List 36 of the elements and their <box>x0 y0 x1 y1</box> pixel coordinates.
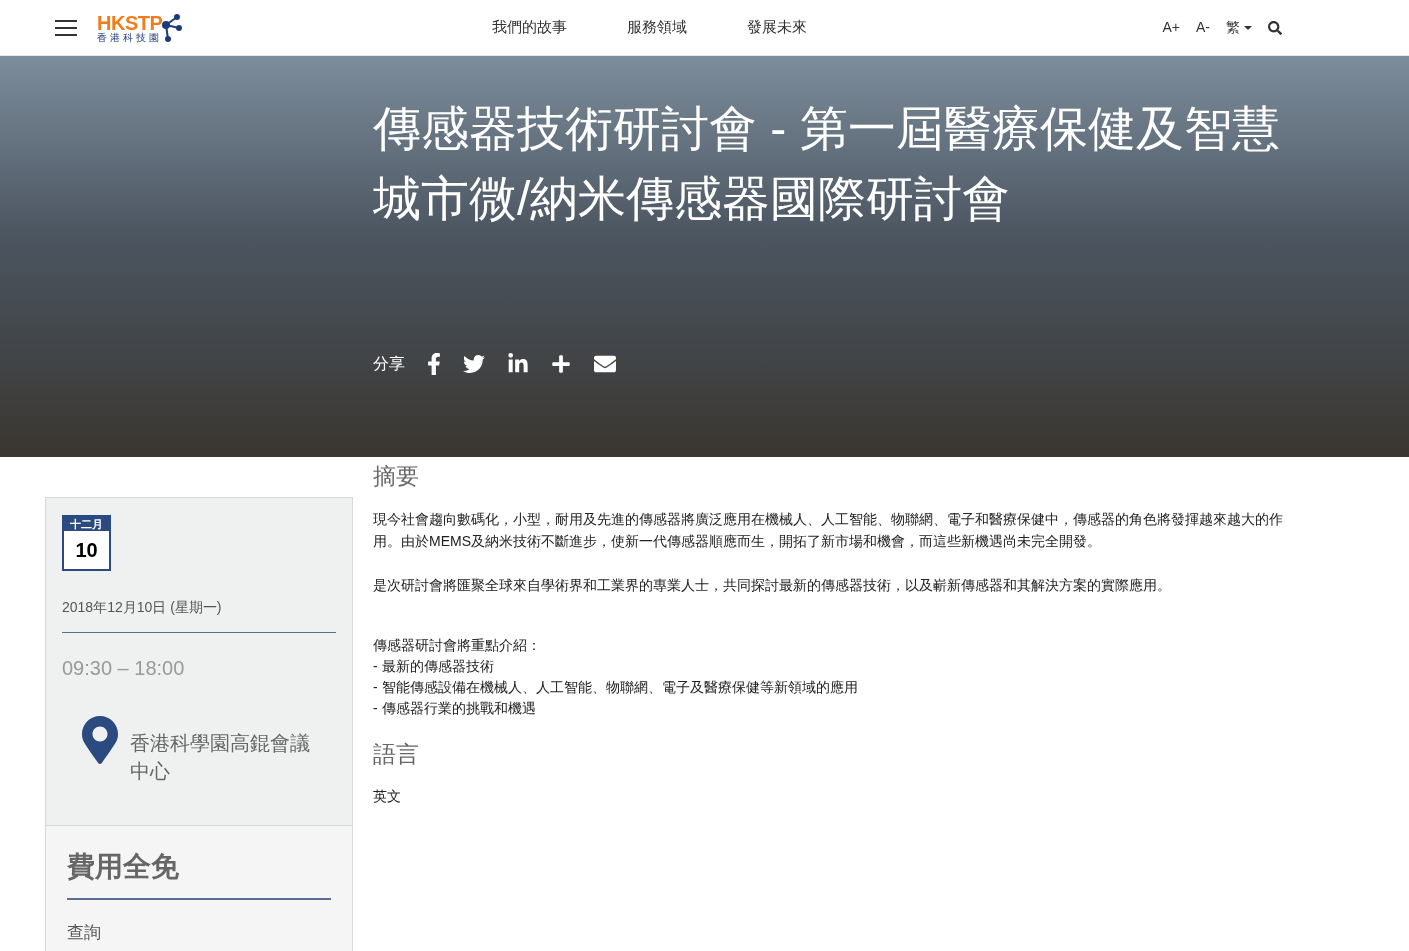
nav-link[interactable]: 發展未來 <box>747 16 808 39</box>
enquiry-link[interactable]: 查詢 <box>67 920 331 946</box>
list-title: 傳感器研討會將重點介紹： <box>373 635 542 655</box>
share-label: 分享 <box>373 354 405 374</box>
logo[interactable]: HKSTP 香港科技園 <box>97 12 183 43</box>
linkedin-icon[interactable] <box>507 353 529 375</box>
body-paragraph: 是次研討會將匯聚全球來自學術界和工業界的專業人士，共同探討最新的傳感器技術，以及嶄新傳感器和其解決方案的實際應用。 <box>373 575 1172 595</box>
logo-subtext: 香港科技園 <box>97 32 163 43</box>
location-pin-icon <box>82 715 118 765</box>
mail-icon[interactable] <box>593 353 617 375</box>
calendar-day: 10 <box>75 531 98 569</box>
nav-link[interactable]: 我們的故事 <box>492 16 568 39</box>
molecule-icon <box>162 12 183 43</box>
calendar-month: 十二月 <box>64 517 109 531</box>
body-paragraph: 現今社會趨向數碼化，小型，耐用及先進的傳感器將廣泛應用在機械人、人工智能、物聯網、電子和醫療保健中，傳感器的角色將發揮越來越大的作用。由於MEMS及納米技術不斷進步，使新一代傳感器順應而生，開拓了新市場和機會，而這些新機遇尚未完全開發。 <box>373 509 1284 551</box>
list-item: - 傳感器行業的挑戰和機遇 <box>373 698 537 718</box>
font-decrease-button[interactable]: A- <box>1196 17 1210 38</box>
list-item: - 最新的傳感器技術 <box>373 656 495 676</box>
section-heading: 語言 <box>373 739 420 769</box>
menu-icon[interactable] <box>55 19 77 36</box>
section-heading: 摘要 <box>373 462 420 491</box>
nav-link[interactable]: 服務領域 <box>627 16 688 39</box>
body-paragraph: 英文 <box>373 787 402 806</box>
event-venue: 香港科學園高錕會議中心 <box>130 731 311 784</box>
event-date: 2018年12月10日 (星期一) <box>62 597 336 633</box>
plus-icon[interactable] <box>551 354 571 374</box>
event-time: 09:30 – 18:00 <box>62 656 186 681</box>
fee-text: 費用全免 <box>67 846 331 900</box>
search-icon[interactable] <box>1268 20 1282 35</box>
logo-text: HKSTP <box>97 12 163 33</box>
font-increase-button[interactable]: A+ <box>1162 17 1180 38</box>
twitter-icon[interactable] <box>463 353 485 375</box>
list-item: - 智能傳感設備在機械人、人工智能、物聯網、電子及醫療保健等新領域的應用 <box>373 677 859 697</box>
event-title: 傳感器技術研討會 - 第一屆醫療保健及智慧城市微/納米傳感器國際研討會 <box>373 101 1281 227</box>
facebook-icon[interactable] <box>427 353 441 375</box>
language-dropdown[interactable]: 繁 <box>1226 17 1252 38</box>
